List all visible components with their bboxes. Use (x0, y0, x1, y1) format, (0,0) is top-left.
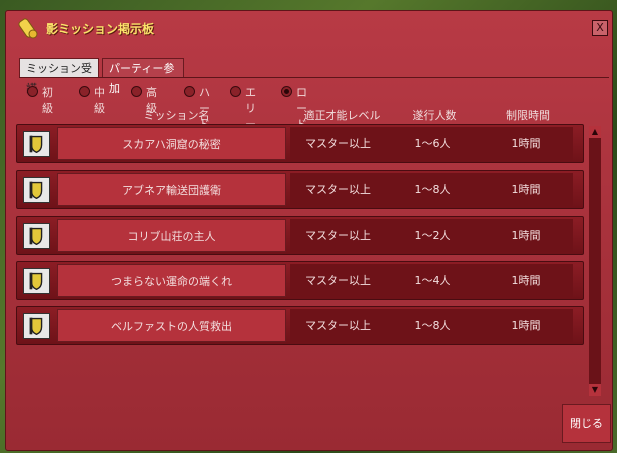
mission-people: 1～4人 (386, 264, 479, 297)
scroll-icon (18, 18, 38, 39)
mission-name-button[interactable]: ベルファストの人質救出 (57, 309, 286, 342)
shield-icon (23, 131, 50, 157)
mission-name-button[interactable]: コリブ山荘の主人 (57, 219, 286, 252)
mission-time: 1時間 (479, 173, 573, 206)
shield-icon (23, 177, 50, 203)
mission-people: 1～6人 (386, 127, 479, 160)
scrollbar[interactable]: ▲ ▼ (589, 126, 601, 396)
close-icon[interactable]: X (592, 20, 608, 36)
mission-people: 1～8人 (386, 309, 479, 342)
mission-name-button[interactable]: アブネア輸送団護衛 (57, 173, 286, 206)
radio-lord[interactable] (281, 86, 292, 97)
mission-row[interactable]: つまらない運命の端くれ マスター以上 1～4人 1時間 (16, 261, 584, 300)
tab-divider (19, 77, 609, 78)
mission-people: 1～8人 (386, 173, 479, 206)
mission-row[interactable]: ベルファストの人質救出 マスター以上 1～8人 1時間 (16, 306, 584, 345)
tab-mission-accept[interactable]: ミッション受諾 (19, 58, 99, 95)
mission-row[interactable]: コリブ山荘の主人 マスター以上 1～2人 1時間 (16, 216, 584, 255)
mission-name-button[interactable]: スカアハ洞窟の秘密 (57, 127, 286, 160)
mission-level: マスター以上 (290, 264, 386, 297)
radio-elite[interactable] (230, 86, 241, 97)
mission-time: 1時間 (479, 219, 573, 252)
title-bar[interactable]: 影ミッション掲示板 X (6, 11, 612, 45)
radio-hard[interactable] (184, 86, 195, 97)
shield-icon (23, 268, 50, 294)
tab-party-join[interactable]: パーティー参加 (102, 58, 184, 95)
mission-level: マスター以上 (290, 309, 386, 342)
mission-people: 1～2人 (386, 219, 479, 252)
mission-level: マスター以上 (290, 219, 386, 252)
radio-beginner[interactable] (27, 86, 38, 97)
mission-name-button[interactable]: つまらない運命の端くれ (57, 264, 286, 297)
radio-advanced[interactable] (131, 86, 142, 97)
mission-level: マスター以上 (290, 127, 386, 160)
window-title: 影ミッション掲示板 (46, 22, 155, 36)
filter-label: 初級 (42, 86, 53, 115)
mission-row[interactable]: スカアハ洞窟の秘密 マスター以上 1～6人 1時間 (16, 124, 584, 163)
scroll-down-icon[interactable]: ▼ (589, 384, 601, 396)
mission-level: マスター以上 (290, 173, 386, 206)
scroll-up-icon[interactable]: ▲ (589, 126, 601, 138)
mission-time: 1時間 (479, 127, 573, 160)
shield-icon (23, 313, 50, 339)
mission-row[interactable]: アブネア輸送団護衛 マスター以上 1～8人 1時間 (16, 170, 584, 209)
mission-time: 1時間 (479, 309, 573, 342)
shield-icon (23, 223, 50, 249)
radio-intermediate[interactable] (79, 86, 90, 97)
mission-time: 1時間 (479, 264, 573, 297)
mission-list: スカアハ洞窟の秘密 マスター以上 1～6人 1時間 アブネア輸送団護衛 マスター以上 1～8… (16, 118, 586, 348)
close-button[interactable]: 閉じる (562, 404, 611, 443)
